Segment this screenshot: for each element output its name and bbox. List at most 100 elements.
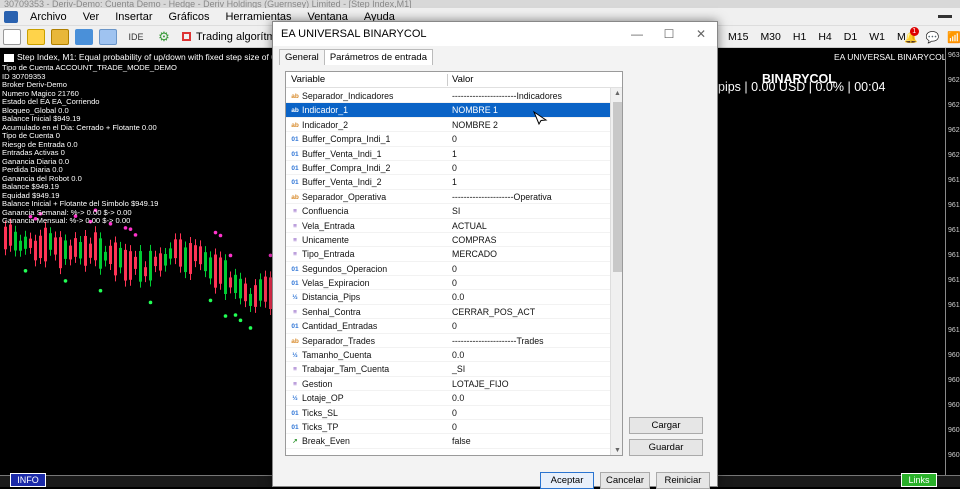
parameter-value[interactable]: LOTAJE_FIJO [452,377,509,391]
chat-icon[interactable]: 💬 [926,31,940,44]
parameter-row[interactable]: ≡ Gestion LOTAJE_FIJO [286,377,610,392]
dialog-maximize-icon[interactable]: ☐ [653,27,685,41]
parameter-value[interactable]: 0 [452,262,457,276]
timeframe-h4[interactable]: H4 [818,31,831,43]
parameter-row[interactable]: ≡ Vela_Entrada ACTUAL [286,219,610,233]
parameter-row[interactable]: ↗ Break_Even false [286,434,610,449]
cargar-button[interactable]: Cargar [629,417,703,434]
parameter-value[interactable]: 0.0 [452,391,464,405]
parameter-row[interactable]: 01 Buffer_Venta_Indi_2 1 [286,175,610,190]
parameter-value[interactable]: 0 [452,161,457,175]
candle [159,253,162,271]
notification-bell-icon[interactable]: 🔔 1 [904,26,919,44]
parameter-value[interactable]: 0 [452,420,457,434]
timeframe-h1[interactable]: H1 [793,31,806,43]
parameter-row[interactable]: ab Indicador_1 NOMBRE 1 [286,103,610,118]
parameter-value[interactable]: 0.0 [452,290,464,304]
parameter-row[interactable]: ½ Lotaje_OP 0.0 [286,391,610,406]
scroll-up-icon[interactable]: ▲ [613,89,622,98]
column-header-valor[interactable]: Valor [452,72,473,88]
dialog-close-icon[interactable]: ✕ [685,27,717,41]
timeframe-m30[interactable]: M30 [760,31,780,43]
parameter-value[interactable]: 0 [452,319,457,333]
parameter-row[interactable]: ab Separador_Operativa -------------------… [286,190,610,205]
timeframe-w1[interactable]: W1 [869,31,885,43]
parameter-value[interactable]: 0 [452,406,457,420]
parameter-value[interactable]: 1 [452,147,457,161]
parameter-value[interactable]: ----------------------Trades [452,334,544,348]
parameter-value[interactable]: ----------------------Indicadores [452,89,562,103]
buy-signal-dot [23,269,28,273]
parameter-row[interactable]: ½ Distancia_Pips 0.0 [286,290,610,305]
parameter-value[interactable]: MERCADO [452,247,497,261]
parameter-row[interactable]: ab Separador_Indicadores -----------------… [286,89,610,104]
cancelar-button[interactable]: Cancelar [600,472,650,489]
parameter-value[interactable]: NOMBRE 2 [452,118,498,132]
parameter-value[interactable]: ACTUAL [452,219,487,233]
reiniciar-button[interactable]: Reiniciar [656,472,710,489]
parameter-row[interactable]: ≡ Trabajar_Tam_Cuenta _SI [286,362,610,377]
parameter-value[interactable]: COMPRAS [452,233,496,247]
parameter-value[interactable]: false [452,434,471,448]
parameter-value[interactable]: 0 [452,276,457,290]
parameter-row[interactable]: ab Indicador_2 NOMBRE 2 [286,118,610,133]
grid-scrollbar[interactable]: ▲ ▼ [610,88,622,455]
timeframe-d1[interactable]: D1 [844,31,857,43]
parameter-row[interactable]: 01 Ticks_TP 0 [286,420,610,435]
market-watch-icon[interactable] [99,28,117,45]
menu-archivo[interactable]: Archivo [22,11,75,23]
menu-insertar[interactable]: Insertar [107,11,160,23]
parameter-row[interactable]: ≡ Unicamente COMPRAS [286,233,610,248]
parameter-value[interactable]: CERRAR_POS_ACT [452,305,535,319]
parameter-row[interactable]: 01 Velas_Expiracion 0 [286,276,610,291]
timeframe-m15[interactable]: M15 [728,31,748,43]
minimize-icon[interactable] [938,15,952,18]
scroll-down-icon[interactable]: ▼ [613,446,622,455]
price-scale: 963 962 962 962 962 961 961 961 961 961 961 961 960 9… [945,48,960,475]
parameter-value[interactable]: 0 [452,132,457,146]
candle [79,242,82,259]
menu-ver[interactable]: Ver [75,11,108,23]
parameter-value[interactable]: 0.0 [452,348,464,362]
column-separator[interactable] [447,74,448,86]
menu-graficos[interactable]: Gráficos [161,11,218,23]
parameter-name: Buffer_Compra_Indi_1 [302,134,391,145]
buy-signal-dot [248,326,253,330]
parameter-row[interactable]: 01 Segundos_Operacion 0 [286,262,610,277]
profiles-icon[interactable] [27,28,45,45]
parameter-row[interactable]: 01 Cantidad_Entradas 0 [286,319,610,334]
ide-button[interactable]: IDE [123,29,149,45]
candle [119,247,122,268]
parameter-row[interactable]: 01 Buffer_Compra_Indi_1 0 [286,132,610,147]
settings-gear-icon[interactable]: ⚙ [155,29,173,45]
parameter-row[interactable]: ½ Tamanho_Cuenta 0.0 [286,348,610,363]
parameter-row[interactable]: ≡ Senhal_Contra CERRAR_POS_ACT [286,305,610,320]
guardar-button[interactable]: Guardar [629,439,703,456]
info-button[interactable]: INFO [10,473,46,487]
links-button[interactable]: Links [901,473,937,487]
parameter-value[interactable]: 1 [452,175,457,189]
lock-icon[interactable] [51,28,69,45]
parameter-row[interactable]: ≡ Confluencia SI [286,204,610,219]
scrollbar-thumb[interactable] [613,102,622,272]
parameter-value[interactable]: SI [452,204,460,218]
parameter-row[interactable]: ab Separador_Trades ----------------------… [286,334,610,349]
parameter-row[interactable]: ≡ Tipo_Entrada MERCADO [286,247,610,262]
parameter-value[interactable]: _SI [452,362,465,376]
dialog-minimize-icon[interactable]: — [621,27,653,41]
parameter-value[interactable]: ---------------------Operativa [452,190,552,204]
column-header-variable[interactable]: Variable [291,72,325,88]
price-label: 961 [948,277,960,284]
parameter-row[interactable]: 01 Buffer_Venta_Indi_1 1 [286,147,610,161]
navigator-icon[interactable] [75,28,93,45]
new-chart-icon[interactable] [3,28,21,45]
parameter-row[interactable]: 01 Buffer_Compra_Indi_2 0 [286,161,610,176]
tab-parametros-entrada[interactable]: Parámetros de entrada [323,49,433,65]
parameter-row[interactable]: 01 Ticks_SL 0 [286,406,610,420]
tab-general[interactable]: General [279,49,325,65]
signal-icon[interactable]: 📶 [947,31,960,44]
aceptar-button[interactable]: Aceptar [540,472,594,489]
candle [174,239,177,259]
candle [184,247,187,273]
parameter-value[interactable]: NOMBRE 1 [452,103,498,117]
